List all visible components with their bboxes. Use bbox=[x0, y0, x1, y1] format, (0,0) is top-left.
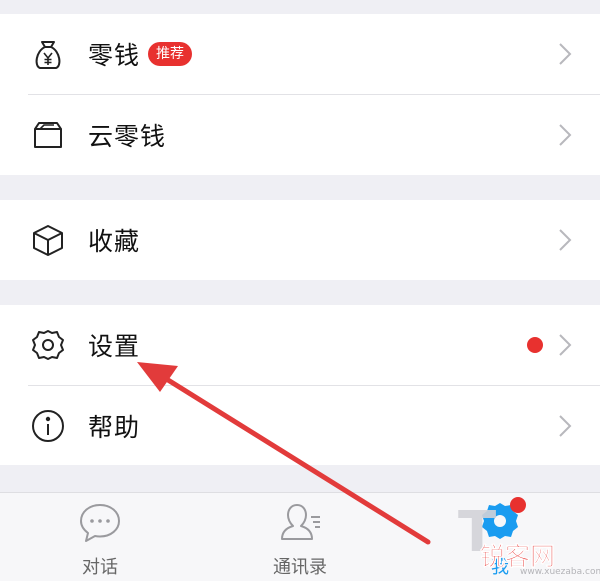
menu-item-label: 帮助 bbox=[88, 412, 141, 442]
menu-item-label: 零钱 bbox=[88, 41, 141, 70]
tab-chat[interactable]: 对话 bbox=[25, 493, 175, 581]
tab-label: 通讯录 bbox=[273, 557, 327, 578]
cube-box-icon bbox=[30, 222, 66, 258]
favorites-group: 收藏 bbox=[0, 200, 600, 280]
menu-item-wallet[interactable]: 零钱 推荐 bbox=[0, 14, 600, 94]
tab-label: 对话 bbox=[82, 557, 118, 578]
menu-item-label: 云零钱 bbox=[88, 122, 167, 151]
menu-item-cloud-wallet[interactable]: 云零钱 bbox=[0, 95, 600, 175]
menu-item-settings[interactable]: 设置 bbox=[0, 305, 600, 385]
menu-item-label: 收藏 bbox=[88, 227, 141, 256]
settings-group: 设置 帮助 bbox=[0, 305, 600, 465]
chevron-right-icon bbox=[559, 124, 572, 146]
tab-contacts[interactable]: 通讯录 bbox=[225, 493, 375, 581]
info-icon bbox=[30, 408, 66, 444]
watermark-url: www.xuezaba.com bbox=[520, 567, 600, 577]
settings-notification-dot bbox=[527, 337, 543, 353]
menu-item-label: 设置 bbox=[88, 332, 141, 361]
chevron-right-icon bbox=[559, 334, 572, 356]
menu-item-help[interactable]: 帮助 bbox=[0, 386, 600, 465]
watermark: T 锐客网 www.xuezaba.com bbox=[458, 500, 600, 581]
menu-item-favorites[interactable]: 收藏 bbox=[0, 200, 600, 280]
contacts-icon bbox=[281, 504, 320, 540]
chevron-right-icon bbox=[559, 414, 572, 437]
wallet-group: 零钱 推荐 云零钱 bbox=[0, 14, 600, 175]
chevron-right-icon bbox=[559, 43, 572, 65]
money-bag-icon bbox=[30, 36, 66, 72]
gear-icon bbox=[30, 327, 66, 363]
chat-bubble-icon bbox=[80, 504, 120, 542]
recommend-badge: 推荐 bbox=[148, 42, 192, 66]
chevron-right-icon bbox=[559, 229, 572, 251]
card-wallet-icon bbox=[30, 117, 66, 153]
